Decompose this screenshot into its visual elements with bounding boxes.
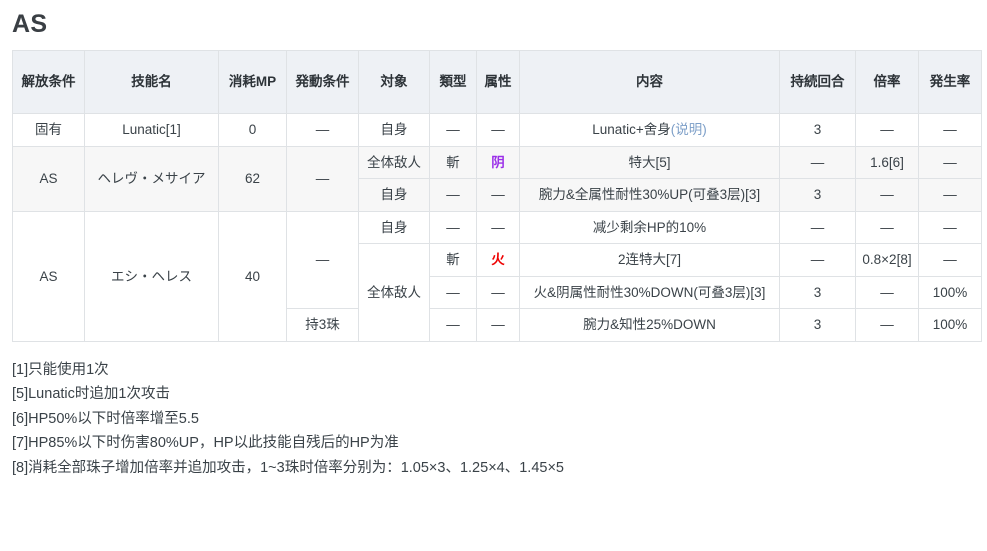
column-header-attribute: 属性 bbox=[476, 50, 520, 114]
footnote-item: [1]只能使用1次 bbox=[12, 361, 109, 378]
cell-mp-cost: 62 bbox=[218, 145, 287, 212]
cell-effect-content: 减少剩余HP的10% bbox=[519, 210, 780, 245]
cell-multiplier: — bbox=[855, 275, 919, 310]
cell-duration-turns: 3 bbox=[779, 113, 856, 147]
column-header-skillname: 技能名 bbox=[84, 50, 219, 114]
effect-text: 减少剩余HP的10% bbox=[592, 219, 707, 235]
page-title: AS bbox=[12, 10, 48, 38]
effect-text: Lunatic+舍身 bbox=[592, 122, 671, 137]
effect-text: 腕力&知性25%DOWN bbox=[583, 317, 716, 333]
cell-mp-cost: 40 bbox=[218, 210, 287, 342]
column-header-mp: 消耗MP bbox=[218, 50, 287, 114]
cell-attack-type: 斬 bbox=[429, 243, 477, 277]
cell-activation-condition-alt: 持3珠 bbox=[286, 308, 359, 342]
cell-proc-rate: — bbox=[918, 210, 982, 245]
table-row: AS エシ・ヘレス 40— 自身 — — 减少剩余HP的10% — — — bbox=[12, 210, 982, 342]
table-header: 解放条件 技能名 消耗MP 発動条件 対象 類型 属性 内容 持続回合 倍率 発… bbox=[12, 50, 982, 114]
cell-duration-turns: 3 bbox=[779, 308, 856, 342]
effect-detail-link[interactable]: (说明) bbox=[671, 122, 707, 137]
cell-proc-rate: — bbox=[918, 145, 982, 180]
column-header-proc: 発生率 bbox=[918, 50, 982, 114]
cell-activation-condition: — bbox=[286, 210, 359, 310]
cell-skill-name: Lunatic[1] bbox=[84, 113, 219, 147]
cell-duration-turns: — bbox=[779, 243, 856, 277]
cell-multiplier: — bbox=[855, 178, 919, 212]
skill-table-wrapper: 解放条件 技能名 消耗MP 発動条件 対象 類型 属性 内容 持続回合 倍率 発… bbox=[12, 50, 982, 342]
effect-text: 特大[5] bbox=[628, 154, 671, 170]
cell-duration-turns: 3 bbox=[779, 275, 856, 310]
cell-attack-type: — bbox=[429, 308, 477, 342]
footnote-item: [8]消耗全部珠子增加倍率并追加攻击，1~3珠时倍率分别为：1.05×3、1.2… bbox=[12, 459, 564, 476]
cell-effect-content: 2连特大[7] bbox=[519, 243, 780, 277]
column-header-rate: 倍率 bbox=[855, 50, 919, 114]
cell-element-attribute: — bbox=[476, 308, 520, 342]
cell-attack-type: — bbox=[429, 178, 477, 212]
attribute-badge-yin: 阴 bbox=[491, 154, 505, 170]
cell-effect-content: 特大[5] bbox=[519, 145, 780, 180]
footnotes-list: [1]只能使用1次 [5]Lunatic时追加1次攻击 [6]HP50%以下时倍率增… bbox=[12, 358, 987, 481]
cell-attack-type: — bbox=[429, 275, 477, 310]
cell-effect-content: 腕力&知性25%DOWN bbox=[519, 308, 780, 342]
cell-element-attribute: 阴 bbox=[476, 145, 520, 180]
effect-text: 2连特大[7] bbox=[617, 252, 682, 268]
table-row: AS ヘレヴ・メサイア 62— 全体敌人斬阴特大[5] —1.6[6] — bbox=[12, 145, 982, 212]
cell-target: 自身 bbox=[358, 178, 430, 212]
cell-effect-content: 腕力&全属性耐性30%UP(可叠3层)[3] bbox=[519, 178, 780, 212]
cell-activation-condition: — bbox=[286, 113, 359, 147]
column-header-condition: 発動条件 bbox=[286, 50, 359, 114]
cell-attack-type: 斬 bbox=[429, 145, 477, 180]
cell-element-attribute: — bbox=[476, 275, 520, 310]
footnote-item: [5]Lunatic时追加1次攻击 bbox=[12, 386, 170, 403]
cell-attack-type: — bbox=[429, 113, 477, 147]
cell-mp-cost: 0 bbox=[218, 113, 287, 147]
footnote-item: [7]HP85%以下时伤害80%UP，HP以此技能自残后的HP为准 bbox=[12, 435, 399, 452]
cell-target: 自身 bbox=[358, 113, 430, 147]
cell-multiplier: 1.6[6] bbox=[855, 145, 919, 180]
cell-multiplier: 0.8×2[8] bbox=[855, 243, 919, 277]
cell-effect-content: 火&阴属性耐性30%DOWN(可叠3层)[3] bbox=[519, 275, 780, 310]
cell-multiplier: — bbox=[855, 308, 919, 342]
cell-multiplier: — bbox=[855, 210, 919, 245]
cell-activation-condition: — bbox=[286, 145, 359, 212]
cell-element-attribute: — bbox=[476, 178, 520, 212]
cell-proc-rate: 100% bbox=[918, 275, 982, 310]
cell-element-attribute: 火 bbox=[476, 243, 520, 277]
attribute-badge-huo: 火 bbox=[491, 252, 505, 268]
effect-text: 火&阴属性耐性30%DOWN(可叠3层)[3] bbox=[533, 284, 766, 300]
column-header-turns: 持続回合 bbox=[779, 50, 856, 114]
cell-multiplier: — bbox=[855, 113, 919, 147]
cell-unlock-condition: AS bbox=[12, 210, 85, 342]
cell-proc-rate: — bbox=[918, 178, 982, 212]
cell-effect-content: Lunatic+舍身(说明) bbox=[519, 113, 780, 147]
cell-unlock-condition: 固有 bbox=[12, 113, 85, 147]
cell-skill-name: エシ・ヘレス bbox=[84, 210, 219, 342]
cell-proc-rate: 100% bbox=[918, 308, 982, 342]
cell-element-attribute: — bbox=[476, 210, 520, 245]
column-header-target: 対象 bbox=[358, 50, 430, 114]
table-row: 固有 Lunatic[1] 0— 自身 — — Lunatic+舍身(说明) 3— — bbox=[12, 113, 982, 147]
skill-table: 解放条件 技能名 消耗MP 発動条件 対象 類型 属性 内容 持続回合 倍率 発… bbox=[12, 50, 982, 342]
cell-duration-turns: — bbox=[779, 145, 856, 180]
effect-text: 腕力&全属性耐性30%UP(可叠3层)[3] bbox=[538, 187, 761, 203]
table-body: 固有 Lunatic[1] 0— 自身 — — Lunatic+舍身(说明) 3— — AS ヘレヴ… bbox=[12, 113, 982, 342]
cell-element-attribute: — bbox=[476, 113, 520, 147]
cell-proc-rate: — bbox=[918, 243, 982, 277]
header-row: 解放条件 技能名 消耗MP 発動条件 対象 類型 属性 内容 持続回合 倍率 発… bbox=[12, 50, 982, 114]
column-header-unlock: 解放条件 bbox=[12, 50, 85, 114]
page-root: AS 解放条件 技能名 消耗MP 発動条件 対象 類型 属性 内容 持続回合 倍… bbox=[0, 8, 987, 551]
cell-attack-type: — bbox=[429, 210, 477, 245]
cell-target: 自身 bbox=[358, 210, 430, 245]
cell-unlock-condition: AS bbox=[12, 145, 85, 212]
cell-target: 全体敌人 bbox=[358, 243, 430, 342]
cell-duration-turns: — bbox=[779, 210, 856, 245]
column-header-type: 類型 bbox=[429, 50, 477, 114]
cell-target: 全体敌人 bbox=[358, 145, 430, 180]
cell-proc-rate: — bbox=[918, 113, 982, 147]
cell-skill-name: ヘレヴ・メサイア bbox=[84, 145, 219, 212]
column-header-content: 内容 bbox=[519, 50, 780, 114]
cell-duration-turns: 3 bbox=[779, 178, 856, 212]
footnote-item: [6]HP50%以下时倍率增至5.5 bbox=[12, 410, 199, 427]
